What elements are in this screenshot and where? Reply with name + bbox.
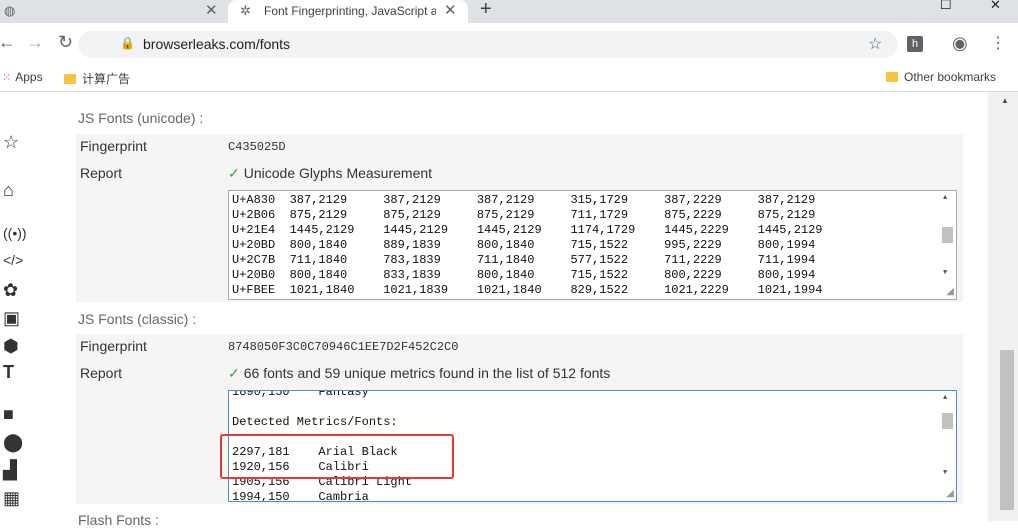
- tab-title: Font Fingerprinting, JavaScript ar: [264, 4, 436, 18]
- tab-bar: ◍ ✕ ✲ Font Fingerprinting, JavaScript ar…: [0, 0, 1018, 23]
- other-bookmarks-label: Other bookmarks: [904, 70, 997, 84]
- scroll-up-icon[interactable]: ▲: [943, 394, 947, 402]
- report-label: Report: [80, 165, 123, 181]
- reload-button[interactable]: ↻: [58, 32, 73, 53]
- apps-grid-icon: ⁙: [2, 72, 12, 84]
- fingerprint-label: Fingerprint: [80, 338, 147, 354]
- bookmarks-bar: ⁙ Apps 计算广告 Other bookmarks: [0, 65, 1018, 92]
- wall-icon[interactable]: ▦: [3, 488, 20, 509]
- page-content: JS Fonts (unicode) : Fingerprint C435025…: [30, 92, 988, 528]
- code-icon[interactable]: </>: [3, 252, 23, 268]
- check-icon: ✓: [228, 165, 240, 181]
- globe-icon: ◍: [4, 3, 16, 18]
- puzzle-icon[interactable]: ✿: [3, 280, 18, 301]
- tab-active[interactable]: ✲ Font Fingerprinting, JavaScript ar ✕: [228, 0, 468, 23]
- star-outline-icon[interactable]: ☆: [3, 132, 19, 153]
- section-title-flash: Flash Fonts :: [78, 512, 159, 528]
- output-line: U+20BD 800,1840 889,1839 800,1840 715,15…: [232, 238, 816, 252]
- tab-inactive[interactable]: ◍ ✕: [0, 0, 228, 23]
- page-scrollbar[interactable]: ▲: [988, 92, 1018, 521]
- unicode-output-textarea[interactable]: U+A830 387,2129 387,2129 387,2129 315,17…: [228, 190, 957, 300]
- section-title-classic: JS Fonts (classic) :: [78, 311, 197, 327]
- bookmark-other[interactable]: Other bookmarks: [886, 70, 996, 84]
- tab-close-button[interactable]: ✕: [205, 1, 218, 19]
- chart-icon[interactable]: ▟: [3, 460, 17, 481]
- profile-icon[interactable]: ◉: [952, 33, 968, 54]
- fingerprint-label: Fingerprint: [80, 138, 147, 154]
- cube-icon[interactable]: ⬢: [3, 336, 19, 357]
- site-sidebar: ☆ ⌂ ((•)) </> ✿ ▣ ⬢ T ■ ⬤ ▟ ▦: [0, 92, 30, 521]
- star-icon[interactable]: ☆: [868, 34, 882, 54]
- scroll-down-icon[interactable]: ▼: [943, 269, 947, 277]
- close-window-button[interactable]: ✕: [990, 0, 1001, 13]
- section-title-unicode: JS Fonts (unicode) :: [78, 110, 204, 126]
- image-icon[interactable]: ▣: [3, 308, 20, 329]
- folder-icon: [64, 74, 76, 84]
- maximize-button[interactable]: ☐: [940, 0, 952, 13]
- scroll-thumb[interactable]: [1000, 350, 1014, 510]
- text-icon[interactable]: T: [3, 362, 14, 383]
- output-line: U+2B06 875,2129 875,2129 875,2129 711,17…: [232, 208, 816, 222]
- scroll-thumb[interactable]: [942, 227, 953, 243]
- new-tab-button[interactable]: +: [480, 0, 492, 21]
- back-button[interactable]: ←: [0, 32, 16, 53]
- check-icon: ✓: [228, 365, 240, 381]
- home-icon[interactable]: ⌂: [3, 180, 14, 201]
- classic-report-row: Report ✓ 66 fonts and 59 unique metrics f…: [76, 360, 963, 504]
- report-value: ✓ 66 fonts and 59 unique metrics found in…: [228, 365, 610, 382]
- unicode-report-row: Report ✓ Unicode Glyphs Measurement U+A83…: [76, 160, 963, 302]
- textarea-scrollbar[interactable]: ▲ ▼: [940, 191, 956, 299]
- textarea-scrollbar[interactable]: ▲ ▼: [940, 391, 956, 501]
- scroll-down-icon[interactable]: ▼: [943, 469, 947, 477]
- bookmark-apps[interactable]: ⁙ Apps: [2, 70, 43, 84]
- tab-close-button[interactable]: ✕: [444, 1, 457, 19]
- menu-icon[interactable]: ⋮: [990, 33, 1006, 53]
- output-line: U+20B0 800,1840 833,1839 800,1840 715,15…: [232, 268, 816, 282]
- lock-icon: 🔒: [120, 36, 135, 50]
- resize-grip-icon[interactable]: ◢: [946, 488, 954, 500]
- output-line: Detected Metrics/Fonts:: [232, 415, 398, 429]
- address-bar[interactable]: 🔒 browserleaks.com/fonts ☆: [78, 31, 898, 58]
- highlight-annotation: [220, 434, 454, 479]
- output-line: U+2C7B 711,1840 783,1839 711,1840 577,15…: [232, 253, 816, 267]
- resize-grip-icon[interactable]: ◢: [946, 286, 954, 298]
- classic-fingerprint-row: Fingerprint 8748050F3C0C70946C1EE7D2F452…: [76, 333, 963, 360]
- apps-label: Apps: [15, 70, 43, 84]
- location-icon[interactable]: ⬤: [3, 432, 23, 453]
- output-line: U+21E4 1445,2129 1445,2129 1445,2129 117…: [232, 223, 823, 237]
- broadcast-icon[interactable]: ((•)): [3, 225, 27, 241]
- fingerprint-value: 8748050F3C0C70946C1EE7D2F452C2C0: [228, 340, 459, 354]
- report-value: ✓ Unicode Glyphs Measurement: [228, 165, 432, 182]
- unicode-fingerprint-row: Fingerprint C435025D: [76, 133, 963, 160]
- bookmark-folder-1[interactable]: 计算广告: [64, 70, 130, 87]
- output-line: U+A830 387,2129 387,2129 387,2129 315,17…: [232, 193, 816, 207]
- fingerprint-icon: ✲: [240, 3, 251, 18]
- lock-icon[interactable]: ■: [3, 404, 14, 425]
- report-text: 66 fonts and 59 unique metrics found in …: [243, 365, 611, 381]
- output-line: 1890,150 Fantasy: [232, 390, 369, 399]
- bookmark-label: 计算广告: [82, 72, 131, 86]
- fingerprint-value: C435025D: [228, 140, 286, 154]
- url-text[interactable]: browserleaks.com/fonts: [143, 36, 290, 52]
- unicode-output-text: U+A830 387,2129 387,2129 387,2129 315,17…: [232, 193, 823, 298]
- scroll-up-icon[interactable]: ▲: [943, 194, 947, 202]
- scroll-up-icon[interactable]: ▲: [1001, 96, 1009, 105]
- folder-icon: [886, 72, 898, 82]
- scroll-thumb[interactable]: [942, 413, 953, 429]
- toolbar: ← → ↻ 🔒 browserleaks.com/fonts ☆ h ◉ ⋮: [0, 23, 1018, 65]
- report-label: Report: [80, 365, 123, 381]
- forward-button[interactable]: →: [26, 32, 44, 53]
- output-line: 1994,150 Cambria: [232, 490, 369, 502]
- report-text: Unicode Glyphs Measurement: [243, 165, 433, 181]
- output-line: U+FBEE 1021,1840 1021,1839 1021,1840 829…: [232, 283, 823, 297]
- extension-h-icon[interactable]: h: [907, 36, 923, 52]
